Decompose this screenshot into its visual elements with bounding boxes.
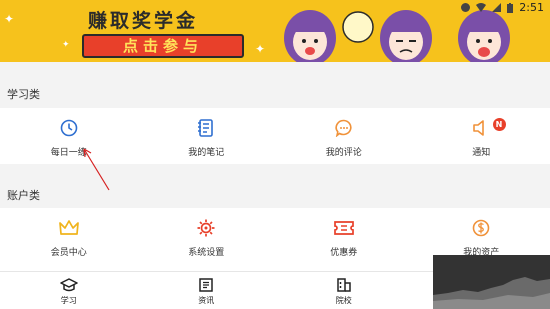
nav-tab-label: 院校: [335, 296, 352, 305]
nav-tab-label: 资讯: [198, 296, 215, 305]
notification-badge: N: [492, 118, 506, 131]
study-item-label: 我的评论: [325, 148, 362, 158]
section-title-study: 学习类: [7, 88, 40, 101]
account-item-label: 优惠券: [330, 248, 358, 258]
study-item-label: 通知: [472, 148, 491, 158]
account-item-coupons[interactable]: 优惠券: [275, 208, 413, 271]
clock-icon: [59, 118, 79, 138]
signal-icon: [492, 3, 502, 12]
nav-tab-schools[interactable]: 院校: [275, 272, 413, 309]
news-icon: [199, 278, 213, 292]
coupon-icon: [333, 218, 354, 238]
battery-icon: [507, 2, 514, 13]
banner-join-button[interactable]: 点击参与: [82, 34, 244, 58]
wifi-icon: [476, 3, 487, 12]
nav-tab-study[interactable]: 学习: [0, 272, 138, 309]
video-thumbnail[interactable]: [433, 255, 550, 309]
study-item-daily-practice[interactable]: 每日一练: [0, 108, 138, 164]
nav-tab-label: 学习: [60, 296, 77, 305]
sparkle-icon: ✦: [4, 12, 15, 26]
promo-banner[interactable]: ✦ ✦ ✦ 赚取奖学金 点击参与 2:51: [0, 0, 550, 62]
cartoon-girl-illustration: [284, 10, 336, 62]
account-item-label: 会员中心: [50, 248, 87, 258]
study-item-my-notes[interactable]: 我的笔记: [138, 108, 276, 164]
building-icon: [337, 278, 351, 292]
account-item-settings[interactable]: 系统设置: [138, 208, 276, 271]
status-bar: 2:51: [461, 1, 544, 14]
comment-icon: [334, 118, 354, 138]
study-item-my-comments[interactable]: 我的评论: [275, 108, 413, 164]
study-item-notifications[interactable]: N 通知: [413, 108, 550, 164]
cartoon-girl-illustration: [458, 10, 510, 62]
dnd-icon: [461, 3, 471, 12]
banner-title: 赚取奖学金: [88, 10, 199, 32]
study-item-label: 我的笔记: [188, 148, 225, 158]
crown-icon: [58, 218, 79, 238]
section-title-account: 账户类: [7, 189, 40, 202]
notebook-icon: [196, 118, 216, 138]
speaker-icon: [471, 118, 491, 138]
fan-icon: [342, 11, 374, 43]
graduation-cap-icon: [60, 278, 78, 292]
gear-icon: [196, 218, 216, 238]
status-time: 2:51: [519, 1, 544, 14]
coin-icon: [471, 218, 491, 238]
cartoon-girl-illustration: [380, 10, 432, 62]
annotation-arrow: [83, 148, 110, 191]
account-item-label: 系统设置: [188, 248, 225, 258]
sparkle-icon: ✦: [62, 40, 70, 50]
nav-tab-news[interactable]: 资讯: [138, 272, 276, 309]
account-item-member-center[interactable]: 会员中心: [0, 208, 138, 271]
sparkle-icon: ✦: [255, 42, 266, 56]
video-frame-image: [433, 255, 550, 309]
